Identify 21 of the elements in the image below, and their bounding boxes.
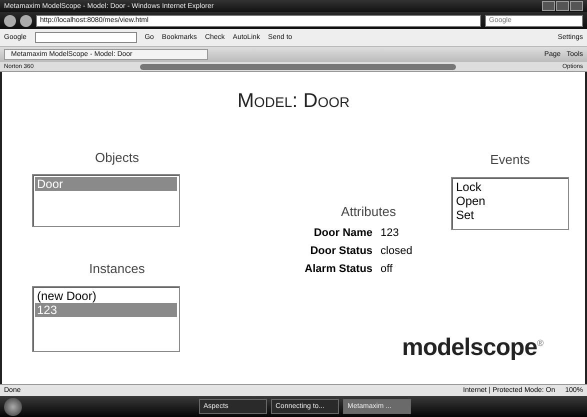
modelscope-logo: modelscope [402, 334, 538, 362]
list-item[interactable]: Set [454, 208, 566, 222]
google-search-field[interactable] [34, 32, 137, 43]
registered-mark: ® [537, 338, 544, 348]
attribute-value: 123 [380, 227, 400, 239]
attribute-name: Door Name [312, 227, 373, 239]
attribute-value: off [380, 263, 394, 275]
attributes-heading: Attributes [341, 204, 396, 219]
start-button[interactable] [4, 398, 22, 416]
list-item[interactable]: Open [454, 194, 566, 208]
list-item[interactable]: (new Door) [35, 289, 177, 303]
events-heading: Events [490, 152, 530, 167]
list-box[interactable]: Lock Open Set [451, 177, 569, 230]
attribute-value: closed [380, 245, 412, 257]
page-title: Model: Door [237, 89, 350, 114]
attribute-name: Door Status [309, 245, 373, 257]
instances-heading: Instances [89, 261, 145, 276]
attribute-name: Alarm Status [304, 263, 373, 275]
objects-heading: Objects [94, 150, 140, 165]
list-item[interactable]: Lock [454, 180, 566, 194]
list-box[interactable]: (new Door) 123 [32, 286, 180, 352]
